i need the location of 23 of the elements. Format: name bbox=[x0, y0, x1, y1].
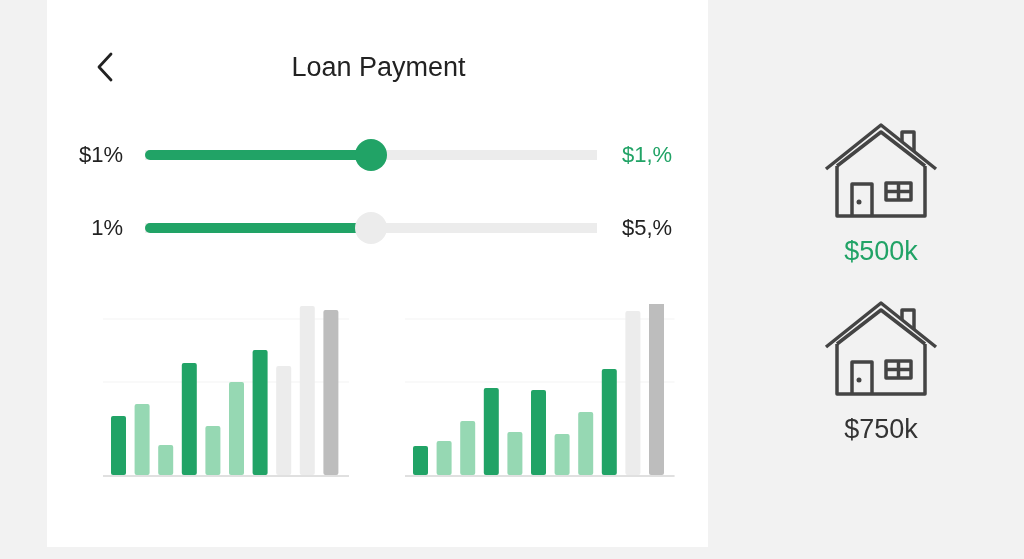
chart-bar bbox=[134, 404, 150, 475]
slider-thumb[interactable] bbox=[355, 138, 387, 171]
chart-bar bbox=[413, 446, 428, 475]
back-button[interactable] bbox=[95, 52, 115, 82]
chart-bar bbox=[554, 434, 570, 475]
chart-bar bbox=[205, 426, 221, 475]
chart-bar bbox=[460, 421, 476, 475]
chart-bar bbox=[111, 416, 126, 475]
slider-label: $1% bbox=[77, 141, 123, 169]
slider-value: $1,% bbox=[622, 141, 674, 169]
chart-bar bbox=[436, 441, 452, 475]
house-price: $500k bbox=[844, 235, 918, 268]
chart-bar bbox=[158, 445, 174, 475]
slider-label: 1% bbox=[90, 214, 123, 242]
chart-bar bbox=[507, 432, 523, 475]
screen-title: Loan Payment bbox=[291, 50, 467, 84]
house-price: $750k bbox=[844, 412, 918, 446]
chart-bar bbox=[578, 412, 594, 475]
back-icon bbox=[95, 52, 115, 82]
house-icon bbox=[824, 299, 938, 397]
slider-thumb[interactable] bbox=[355, 211, 387, 244]
slider-value: $5,% bbox=[622, 214, 674, 242]
house-icon bbox=[824, 122, 938, 219]
